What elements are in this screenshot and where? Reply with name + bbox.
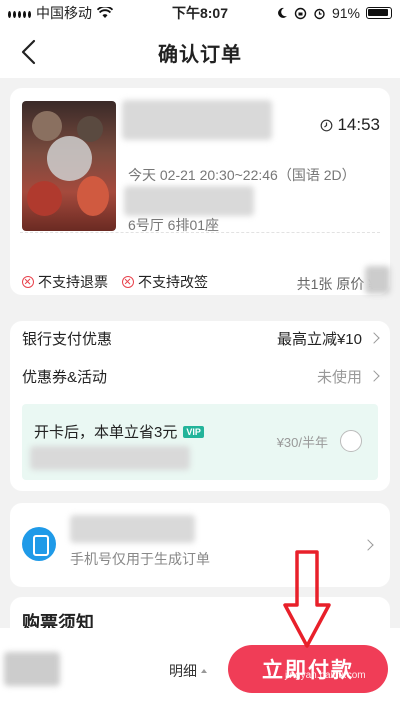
discount-card: 银行支付优惠 最高立减¥10 优惠券&活动 未使用 开卡后，本单立省3元 VIP…: [10, 321, 390, 491]
rotation-lock-icon: [294, 7, 307, 19]
status-time: 下午8:07: [171, 5, 229, 21]
bank-discount-label: 银行支付优惠: [22, 330, 113, 348]
bank-discount-row[interactable]: 银行支付优惠 最高立减¥10: [22, 326, 380, 350]
price-redacted: [365, 266, 390, 294]
bottom-bar: 明细 立即付款: [0, 628, 400, 710]
carrier-label: 中国移动: [36, 5, 92, 21]
movie-schedule: 今天 02-21 20:30~22:46（国语 2D）: [128, 167, 356, 183]
cinema-name-redacted: [124, 186, 254, 216]
coupon-row[interactable]: 优惠券&活动 未使用: [22, 364, 380, 388]
wifi-icon: [97, 7, 113, 18]
movie-poster[interactable]: [22, 101, 116, 231]
alarm-icon: [314, 8, 325, 19]
vip-price: ¥30/半年: [276, 435, 328, 450]
chevron-right-icon: [362, 539, 374, 551]
vip-subtext-redacted: [30, 446, 190, 470]
battery-icon: [366, 7, 392, 19]
phone-note: 手机号仅用于生成订单: [70, 551, 210, 567]
ticket-divider: [20, 232, 380, 233]
caret-up-icon: [201, 669, 207, 673]
movie-title-redacted: [122, 100, 272, 140]
moon-icon: [278, 7, 287, 18]
total-price-redacted: [4, 652, 60, 686]
back-icon[interactable]: [16, 38, 44, 66]
no-change-label: 不支持改签: [138, 274, 208, 290]
x-circle-icon: [122, 276, 134, 288]
pay-now-button[interactable]: 立即付款: [228, 645, 388, 693]
showtime: 14:53: [320, 115, 380, 135]
phone-card[interactable]: 手机号仅用于生成订单: [10, 503, 390, 587]
status-bar: 中国移动 下午8:07 91%: [0, 0, 400, 26]
x-circle-icon: [22, 276, 34, 288]
vip-offer-text: 开卡后，本单立省3元: [34, 424, 178, 441]
detail-label: 明细: [169, 663, 197, 679]
clock-icon: [321, 119, 333, 131]
vip-offer[interactable]: 开卡后，本单立省3元 VIP ¥30/半年: [22, 404, 378, 480]
no-refund-label: 不支持退票: [38, 274, 108, 290]
vip-badge: VIP: [183, 425, 204, 438]
no-refund-tag: 不支持退票: [22, 272, 108, 292]
vip-radio[interactable]: [340, 430, 362, 452]
chevron-right-icon: [368, 332, 380, 344]
phone-number-redacted: [70, 515, 195, 543]
movie-card: 14:53 今天 02-21 20:30~22:46（国语 2D） 6号厅 6排…: [2, 88, 398, 332]
coupon-label: 优惠券&活动: [22, 368, 108, 386]
chevron-right-icon: [368, 370, 380, 382]
battery-percent: 91%: [331, 5, 360, 21]
detail-toggle[interactable]: 明细: [169, 661, 207, 681]
no-change-tag: 不支持改签: [122, 272, 208, 292]
showtime-value: 14:53: [337, 115, 380, 134]
signal-icon: [8, 8, 31, 18]
page-title: 确认订单: [158, 43, 242, 66]
phone-icon: [22, 527, 56, 561]
bank-discount-value: 最高立减¥10: [276, 330, 362, 348]
watermark: jingyan.baidu.com: [285, 670, 366, 681]
coupon-value: 未使用: [316, 368, 362, 386]
nav-bar: 确认订单: [0, 26, 400, 78]
